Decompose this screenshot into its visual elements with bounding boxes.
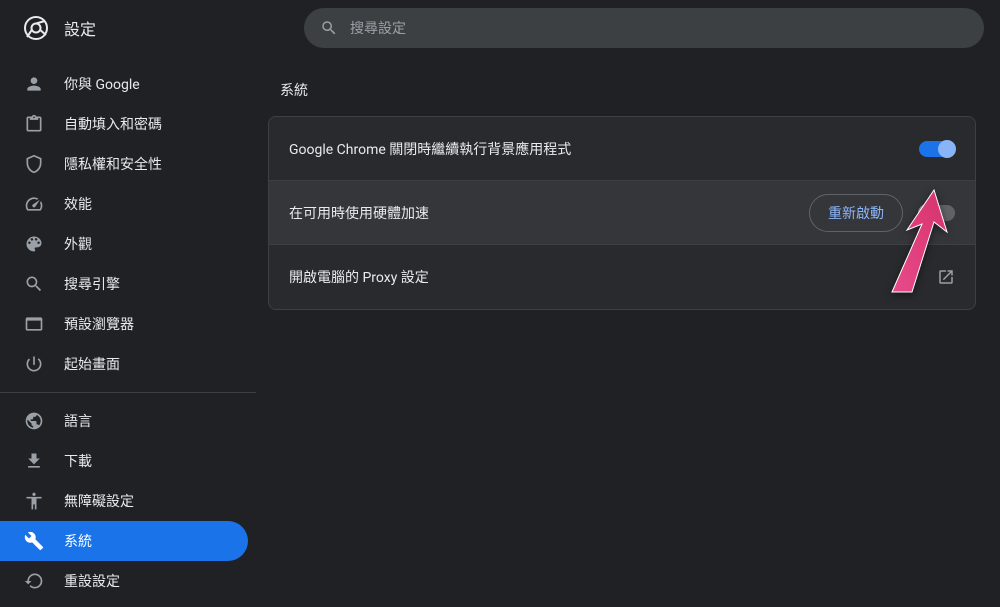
sidebar-item-downloads[interactable]: 下載 <box>0 441 248 481</box>
sidebar-item-label: 效能 <box>64 194 92 214</box>
toggle-hardware-accel[interactable] <box>919 205 955 221</box>
page-title: 設定 <box>64 16 284 40</box>
sidebar-item-you-and-google[interactable]: 你與 Google <box>0 64 248 104</box>
sidebar-item-autofill[interactable]: 自動填入和密碼 <box>0 104 248 144</box>
sidebar-item-label: 重設設定 <box>64 571 120 591</box>
speed-icon <box>24 194 44 214</box>
sidebar-item-system[interactable]: 系統 <box>0 521 248 561</box>
sidebar-item-label: 語言 <box>64 411 92 431</box>
globe-icon <box>24 411 44 431</box>
sidebar: 你與 Google 自動填入和密碼 隱私權和安全性 效能 外觀 搜尋引擎 預設瀏… <box>0 56 256 607</box>
external-link-icon <box>937 268 955 286</box>
setting-row-proxy[interactable]: 開啟電腦的 Proxy 設定 <box>269 245 975 309</box>
sidebar-item-label: 無障礙設定 <box>64 491 134 511</box>
sidebar-item-search-engine[interactable]: 搜尋引擎 <box>0 264 248 304</box>
sidebar-item-appearance[interactable]: 外觀 <box>0 224 248 264</box>
setting-row-hardware-accel[interactable]: 在可用時使用硬體加速 重新啟動 <box>269 181 975 245</box>
clipboard-icon <box>24 114 44 134</box>
sidebar-item-label: 起始畫面 <box>64 354 120 374</box>
restart-button[interactable]: 重新啟動 <box>809 194 903 232</box>
sidebar-item-accessibility[interactable]: 無障礙設定 <box>0 481 248 521</box>
search-box[interactable] <box>304 8 984 48</box>
wrench-icon <box>24 531 44 551</box>
sidebar-divider <box>0 392 256 393</box>
accessibility-icon <box>24 491 44 511</box>
setting-label: 在可用時使用硬體加速 <box>289 203 429 223</box>
sidebar-item-label: 自動填入和密碼 <box>64 114 162 134</box>
settings-card: Google Chrome 關閉時繼續執行背景應用程式 在可用時使用硬體加速 重… <box>268 116 976 310</box>
sidebar-item-label: 外觀 <box>64 234 92 254</box>
reset-icon <box>24 571 44 591</box>
search-icon <box>24 274 44 294</box>
sidebar-item-label: 預設瀏覽器 <box>64 314 134 334</box>
sidebar-item-language[interactable]: 語言 <box>0 401 248 441</box>
shield-icon <box>24 154 44 174</box>
download-icon <box>24 451 44 471</box>
sidebar-item-label: 你與 Google <box>64 74 140 94</box>
person-icon <box>24 74 44 94</box>
browser-icon <box>24 314 44 334</box>
setting-row-background-apps[interactable]: Google Chrome 關閉時繼續執行背景應用程式 <box>269 117 975 181</box>
chrome-logo-icon <box>24 16 48 40</box>
power-icon <box>24 354 44 374</box>
toggle-background-apps[interactable] <box>919 141 955 157</box>
sidebar-item-label: 下載 <box>64 451 92 471</box>
setting-label: 開啟電腦的 Proxy 設定 <box>289 267 429 287</box>
search-input[interactable] <box>350 20 968 36</box>
main-content: 系統 Google Chrome 關閉時繼續執行背景應用程式 在可用時使用硬體加… <box>256 56 1000 607</box>
sidebar-item-startup[interactable]: 起始畫面 <box>0 344 248 384</box>
setting-label: Google Chrome 關閉時繼續執行背景應用程式 <box>289 139 571 159</box>
search-icon <box>320 19 338 37</box>
section-title: 系統 <box>268 80 976 100</box>
sidebar-item-reset[interactable]: 重設設定 <box>0 561 248 601</box>
sidebar-item-label: 隱私權和安全性 <box>64 154 162 174</box>
sidebar-item-label: 搜尋引擎 <box>64 274 120 294</box>
sidebar-item-performance[interactable]: 效能 <box>0 184 248 224</box>
sidebar-item-default-browser[interactable]: 預設瀏覽器 <box>0 304 248 344</box>
sidebar-item-privacy[interactable]: 隱私權和安全性 <box>0 144 248 184</box>
sidebar-item-label: 系統 <box>64 531 92 551</box>
palette-icon <box>24 234 44 254</box>
